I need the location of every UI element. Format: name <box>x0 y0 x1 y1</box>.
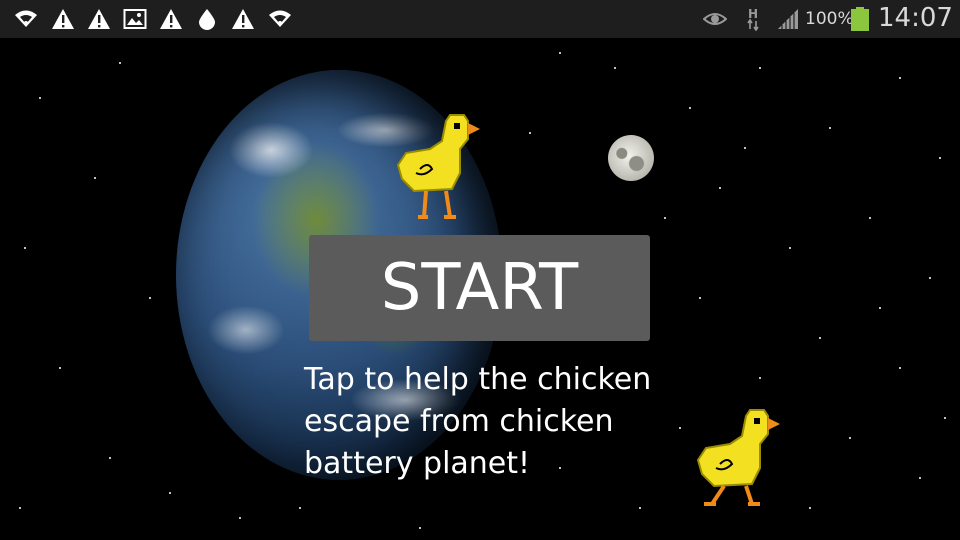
moon <box>608 135 654 181</box>
network-type-label: H <box>748 7 758 21</box>
warning-icon <box>159 7 183 31</box>
game-scene[interactable]: START Tap to help the chicken escape fro… <box>0 38 960 540</box>
clock: 14:07 <box>878 3 953 33</box>
tagline-line: battery planet! <box>304 446 531 481</box>
wifi-icon <box>14 7 38 31</box>
signal-icon <box>776 7 800 31</box>
eye-icon <box>703 7 727 31</box>
chicken-sprite <box>694 404 780 516</box>
warning-icon <box>51 7 75 31</box>
tagline-line: Tap to help the chicken <box>304 362 652 397</box>
warning-icon <box>231 7 255 31</box>
hspa-network-icon: H <box>741 7 765 31</box>
start-button[interactable]: START <box>309 235 650 341</box>
tagline-line: escape from chicken <box>304 404 614 439</box>
warning-icon <box>87 7 111 31</box>
wifi-icon <box>268 7 292 31</box>
status-bar: H 100% 14:07 <box>0 0 960 38</box>
drop-icon <box>195 7 219 31</box>
image-icon <box>123 7 147 31</box>
chicken-sprite <box>394 109 480 221</box>
battery-percent: 100% <box>805 9 854 29</box>
battery-icon <box>848 7 870 31</box>
tagline: Tap to help the chicken escape from chic… <box>304 359 684 485</box>
